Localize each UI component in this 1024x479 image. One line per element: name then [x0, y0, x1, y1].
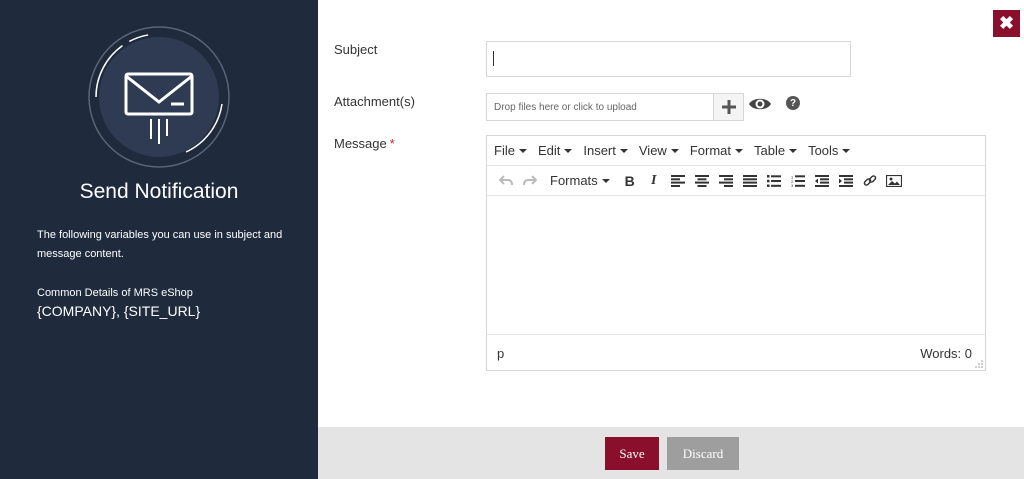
chevron-down-icon: [789, 148, 798, 153]
add-file-button[interactable]: [713, 93, 744, 121]
message-label-text: Message: [334, 136, 387, 151]
element-path[interactable]: p: [497, 346, 504, 361]
svg-text:3: 3: [791, 183, 794, 187]
chevron-down-icon: [842, 148, 851, 153]
menu-file[interactable]: File: [494, 143, 527, 158]
chevron-down-icon: [518, 148, 527, 153]
chevron-down-icon: [564, 148, 573, 153]
align-left-icon[interactable]: [666, 170, 690, 192]
common-details-label: Common Details of MRS eShop: [37, 287, 193, 299]
plus-icon: [721, 100, 736, 114]
chevron-down-icon: [619, 148, 628, 153]
outdent-icon[interactable]: [810, 170, 834, 192]
attachments-label: Attachment(s): [334, 94, 415, 109]
envelope-icon: [88, 26, 230, 168]
bold-icon[interactable]: B: [618, 170, 642, 192]
close-icon: ✖: [998, 13, 1015, 33]
image-icon[interactable]: [882, 170, 906, 192]
required-mark: *: [389, 136, 395, 151]
align-right-icon[interactable]: [714, 170, 738, 192]
close-button[interactable]: ✖: [993, 10, 1020, 37]
menu-edit-label: Edit: [537, 143, 561, 158]
undo-icon[interactable]: [494, 170, 518, 192]
chevron-down-icon: [735, 148, 743, 153]
menu-view-label: View: [638, 143, 667, 158]
discard-button[interactable]: Discard: [667, 437, 739, 470]
menu-format-label: Format: [689, 143, 731, 158]
align-justify-icon[interactable]: [738, 170, 762, 192]
menu-view[interactable]: View: [639, 143, 679, 158]
menu-table-label: Table: [754, 143, 786, 158]
indent-icon[interactable]: [834, 170, 858, 192]
editor-menubar: File Edit Insert View Format Table Tools: [487, 136, 985, 166]
menu-tools[interactable]: Tools: [808, 143, 851, 158]
chevron-down-icon: [670, 148, 679, 153]
menu-format[interactable]: Format: [690, 143, 743, 158]
formats-dropdown[interactable]: Formats: [550, 173, 610, 188]
message-label: Message *: [334, 136, 395, 151]
menu-edit[interactable]: Edit: [537, 143, 573, 158]
editor-statusbar: p Words: 0: [487, 334, 985, 370]
menu-insert[interactable]: Insert: [583, 143, 628, 158]
subject-input[interactable]: [486, 41, 851, 77]
formats-label: Formats: [550, 173, 598, 188]
menu-tools-label: Tools: [808, 143, 839, 158]
chevron-down-icon: [601, 178, 610, 183]
eye-icon[interactable]: [748, 95, 772, 113]
sidebar-panel: Send Notification The following variable…: [0, 0, 318, 479]
align-center-icon[interactable]: [690, 170, 714, 192]
word-count: Words: 0: [920, 346, 972, 361]
sidebar-description: The following variables you can use in s…: [37, 229, 283, 260]
numbered-list-icon[interactable]: 123: [786, 170, 810, 192]
menu-table[interactable]: Table: [754, 143, 798, 158]
menu-insert-label: Insert: [583, 143, 616, 158]
sidebar-title: Send Notification: [79, 180, 239, 203]
resize-handle-icon[interactable]: [975, 360, 983, 368]
subject-label: Subject: [334, 42, 378, 57]
save-button[interactable]: Save: [605, 437, 659, 470]
file-drop-zone[interactable]: Drop files here or click to upload: [486, 93, 714, 121]
help-icon[interactable]: ?: [786, 96, 800, 110]
variables-list: {COMPANY}, {SITE_URL}: [37, 303, 201, 319]
rich-text-editor[interactable]: File Edit Insert View Format Table Tools…: [486, 135, 986, 371]
text-cursor: [493, 51, 494, 66]
menu-file-label: File: [494, 143, 515, 158]
redo-icon[interactable]: [518, 170, 542, 192]
italic-icon[interactable]: I: [642, 170, 666, 192]
editor-content-area[interactable]: [487, 196, 985, 334]
link-icon[interactable]: [858, 170, 882, 192]
bullet-list-icon[interactable]: [762, 170, 786, 192]
editor-toolbar: Formats B I 123: [487, 166, 985, 196]
